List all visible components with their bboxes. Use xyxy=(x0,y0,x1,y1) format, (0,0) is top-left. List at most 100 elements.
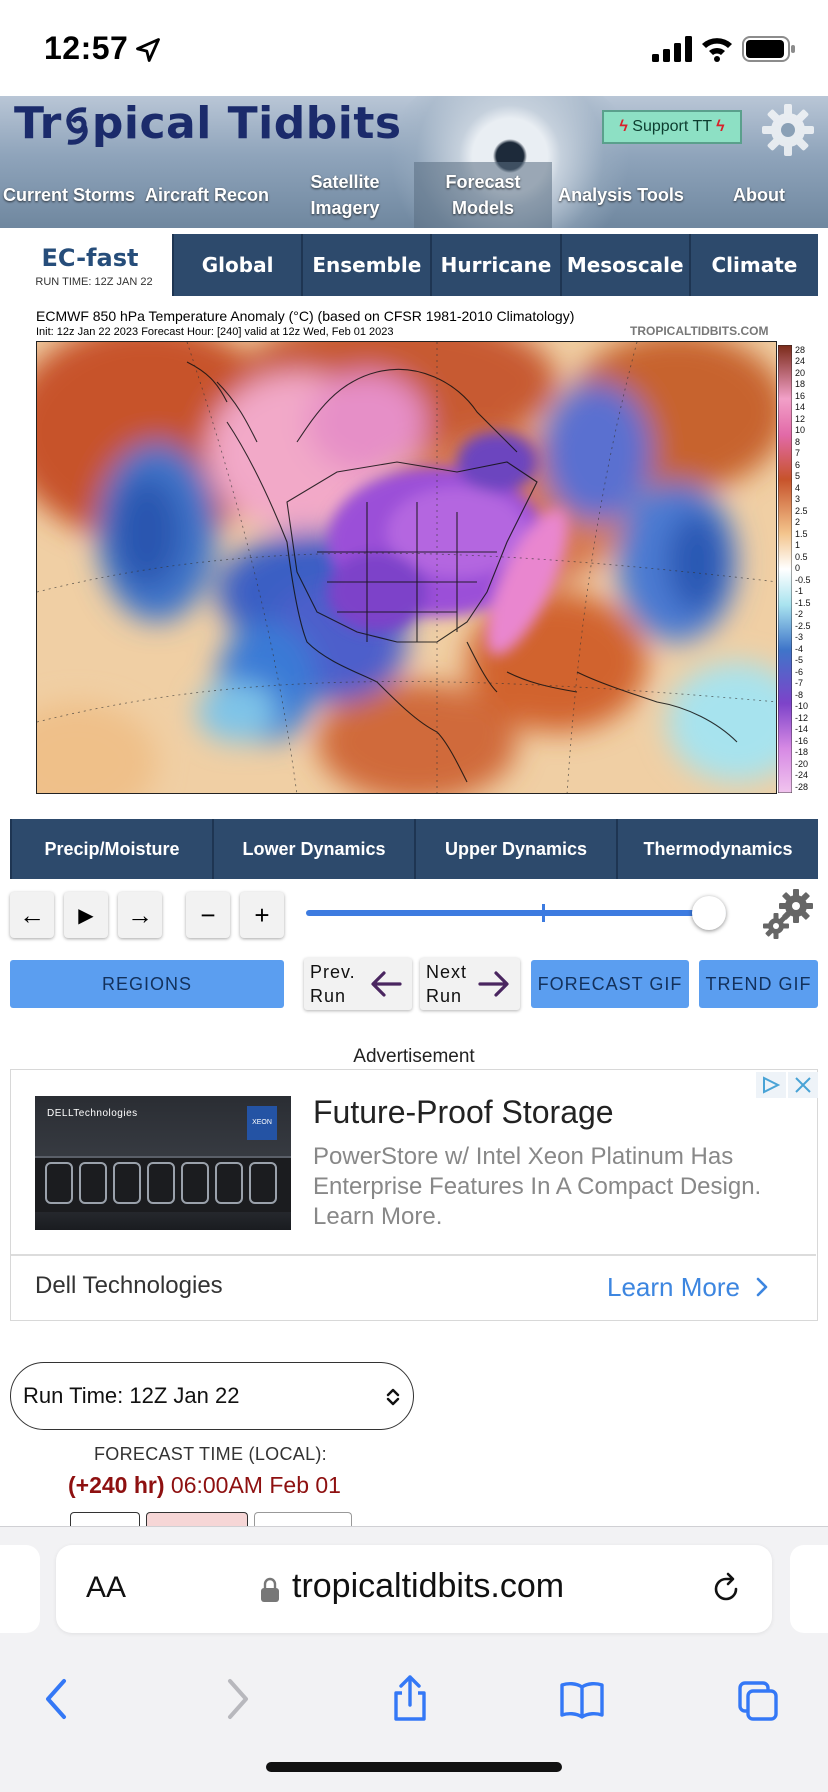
prev-run-button[interactable]: Prev. Run xyxy=(304,958,412,1010)
server-bay xyxy=(79,1162,107,1204)
colorbar-tick-label: 24 xyxy=(795,356,806,367)
tab-precip-moisture[interactable]: Precip/Moisture xyxy=(10,819,212,879)
tab-upper-dynamics[interactable]: Upper Dynamics xyxy=(414,819,616,879)
prev-run-label-2: Run xyxy=(310,986,347,1006)
time-tab[interactable] xyxy=(70,1512,140,1526)
tab-thermodynamics[interactable]: Thermodynamics xyxy=(616,819,818,879)
prev-run-label-1: Prev. xyxy=(310,962,356,982)
regions-button[interactable]: REGIONS xyxy=(10,960,284,1008)
colorbar-tick-label: 5 xyxy=(795,471,801,482)
nav-forecast-models[interactable]: Forecast Models xyxy=(414,162,552,228)
previous-tab-preview[interactable] xyxy=(0,1545,40,1633)
tab-ensemble[interactable]: Ensemble xyxy=(301,234,430,296)
ad-description: PowerStore w/ Intel Xeon Platinum Has En… xyxy=(313,1143,762,1230)
colorbar-tick-label: -3 xyxy=(795,632,804,643)
colorbar-tick-label: -6 xyxy=(795,666,804,677)
ad-product-image[interactable]: DELLTechnologies XEON xyxy=(35,1096,291,1230)
ad-learn-more-link[interactable]: Learn More xyxy=(607,1272,769,1303)
support-label: Support TT xyxy=(632,118,712,135)
colorbar-tick-label: 2 xyxy=(795,517,801,528)
lock-icon xyxy=(261,1577,279,1602)
share-icon[interactable] xyxy=(388,1675,432,1723)
tab-climate[interactable]: Climate xyxy=(688,234,818,296)
next-run-button[interactable]: Next Run xyxy=(420,958,520,1010)
colorbar-tick-label: 8 xyxy=(795,436,801,447)
ad-title[interactable]: Future-Proof Storage xyxy=(313,1094,614,1131)
colorbar-tick-label: -28 xyxy=(795,781,809,792)
colorbar-tick-label: 20 xyxy=(795,367,806,378)
plus-icon: + xyxy=(254,899,270,930)
reader-options-button[interactable]: AA xyxy=(86,1571,126,1605)
address-bar[interactable]: AA tropicaltidbits.com xyxy=(56,1545,772,1633)
colorbar-tick-label: 1 xyxy=(795,540,801,551)
hurricane-icon: ϟ xyxy=(716,118,725,135)
ad-image-brand: DELLTechnologies xyxy=(47,1108,138,1119)
speed-up-button[interactable]: + xyxy=(240,892,284,938)
forecast-map-image[interactable] xyxy=(36,341,777,794)
ad-advertiser: Dell Technologies xyxy=(35,1272,223,1299)
colorbar-tick-label: 4 xyxy=(795,482,801,493)
tab-lower-dynamics[interactable]: Lower Dynamics xyxy=(212,819,414,879)
tab-global[interactable]: Global xyxy=(172,234,301,296)
url-text[interactable]: tropicaltidbits.com xyxy=(292,1567,564,1606)
ad-banner[interactable]: DELLTechnologies XEON Future-Proof Stora… xyxy=(10,1069,818,1321)
play-button[interactable]: ▶ xyxy=(64,892,108,938)
reload-icon[interactable] xyxy=(708,1571,744,1607)
tab-hurricane[interactable]: Hurricane xyxy=(430,234,559,296)
run-time-select[interactable]: Run Time: 12Z Jan 22 xyxy=(10,1362,414,1430)
tab-mesoscale[interactable]: Mesoscale xyxy=(559,234,689,296)
status-time: 12:57 xyxy=(44,30,129,66)
model-name[interactable]: EC-fast xyxy=(30,244,150,272)
ad-choices-icons[interactable] xyxy=(756,1072,818,1098)
forecast-hour: (+240 hr) xyxy=(68,1472,165,1498)
colorbar-tick-label: 0 xyxy=(795,563,801,574)
colorbar-tick-label: 16 xyxy=(795,390,806,401)
temperature-anomaly-map xyxy=(37,342,776,793)
nav-aircraft-recon[interactable]: Aircraft Recon xyxy=(138,162,276,228)
arrow-left-icon xyxy=(371,971,402,997)
logo-text-part1: Tr xyxy=(14,98,62,149)
cellular-signal-icon xyxy=(652,36,692,62)
time-tab[interactable] xyxy=(146,1512,248,1526)
tabs-icon[interactable] xyxy=(736,1675,780,1723)
trend-gif-button[interactable]: TREND GIF xyxy=(699,960,818,1008)
colorbar-tick-label: -1 xyxy=(795,586,804,597)
site-logo[interactable]: Tr pical Tidbits xyxy=(14,98,402,149)
model-run-time: RUN TIME: 12Z JAN 22 xyxy=(35,276,153,288)
ad-image-chip: XEON xyxy=(247,1106,277,1140)
hurricane-icon: ϟ xyxy=(619,118,628,135)
main-nav: Current Storms Aircraft Recon Satellite … xyxy=(0,162,828,228)
colorbar-tick-label: -7 xyxy=(795,678,804,689)
colorbar-tick-label: -16 xyxy=(795,735,809,746)
speed-down-button[interactable]: − xyxy=(186,892,230,938)
time-tab[interactable] xyxy=(254,1512,352,1526)
next-tab-preview[interactable] xyxy=(790,1545,828,1633)
nav-current-storms[interactable]: Current Storms xyxy=(0,162,138,228)
forecast-hour-slider[interactable] xyxy=(306,910,726,916)
nav-about[interactable]: About xyxy=(690,162,828,228)
bookmarks-icon[interactable] xyxy=(560,1675,604,1723)
step-back-button[interactable]: ← xyxy=(10,892,54,938)
gear-icon[interactable] xyxy=(760,102,816,158)
forecast-gif-button[interactable]: FORECAST GIF xyxy=(531,960,689,1008)
colorbar-tick-label: -2.5 xyxy=(795,620,811,631)
colorbar-tick-label: 1.5 xyxy=(795,528,808,539)
settings-gears-icon[interactable] xyxy=(760,886,816,942)
slider-thumb[interactable] xyxy=(692,896,727,930)
colorbar-tick-label: -18 xyxy=(795,747,809,758)
nav-satellite-imagery[interactable]: Satellite Imagery xyxy=(276,162,414,228)
server-bay xyxy=(147,1162,175,1204)
support-button[interactable]: ϟ Support TT ϟ xyxy=(602,110,742,144)
back-icon[interactable] xyxy=(36,1675,80,1723)
forecast-time-label: FORECAST TIME (LOCAL): xyxy=(94,1444,327,1464)
chevron-right-icon xyxy=(756,1277,768,1297)
next-run-label-2: Run xyxy=(426,986,463,1006)
colorbar-tick-label: -2 xyxy=(795,609,804,620)
colorbar-tick-label: -0.5 xyxy=(795,574,811,585)
colorbar-tick-label: -20 xyxy=(795,758,809,769)
nav-analysis-tools[interactable]: Analysis Tools xyxy=(552,162,690,228)
page: 12:57 Tr pical Tidbits ϟ Support TT ϟ Cu… xyxy=(0,0,828,1792)
colorbar-tick-label: -5 xyxy=(795,655,804,666)
step-forward-button[interactable]: → xyxy=(118,892,162,938)
arrow-right-icon xyxy=(478,971,509,997)
